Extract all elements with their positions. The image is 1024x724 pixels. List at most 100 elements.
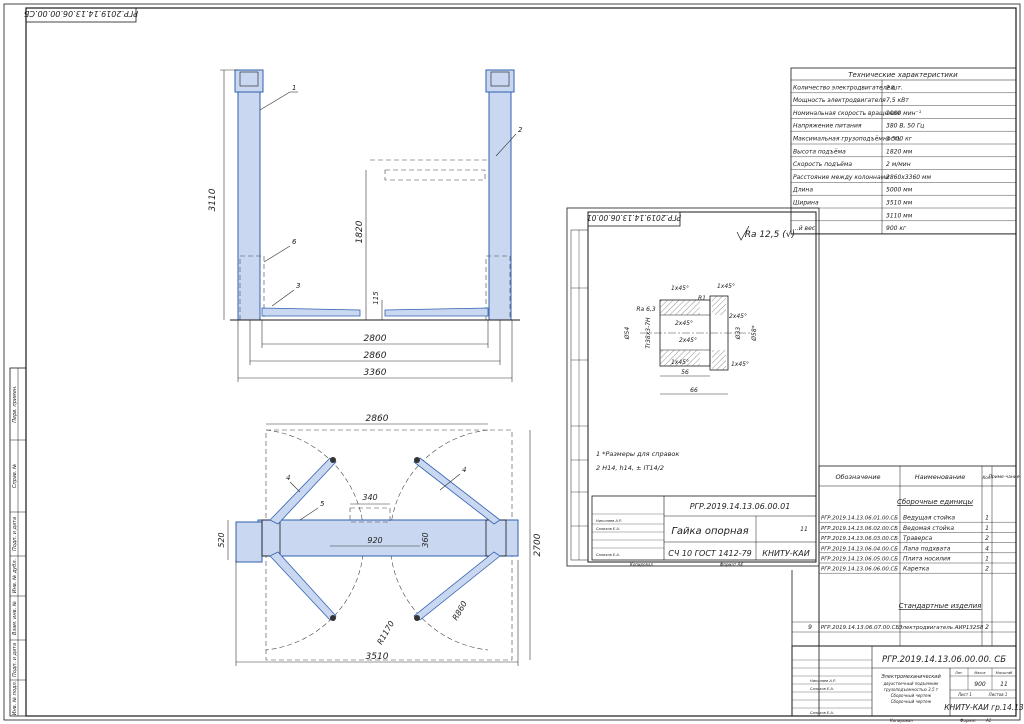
d-c6: 1х45° bbox=[671, 359, 689, 366]
d-d54: Ø54 bbox=[624, 327, 631, 341]
main-title-2: двухстоечный подъемник bbox=[882, 681, 939, 686]
strip-label-5: Подп. и дата bbox=[12, 643, 18, 677]
detail-name-1: Николаев А.Р. bbox=[596, 519, 622, 523]
d-r1: R1 bbox=[698, 295, 706, 302]
dim-top: 2860 bbox=[366, 414, 389, 424]
tech-title: Технические характеристики bbox=[848, 71, 958, 79]
spec-row-code: РГР.2019.14.13.06.02.00.СБ bbox=[821, 526, 898, 532]
tech-row-name: Расстояние между колоннами bbox=[793, 174, 889, 181]
spec-row-code: РГР.2019.14.13.06.04.00.СБ bbox=[821, 546, 898, 552]
main-title-4: Сборочный чертеж bbox=[891, 693, 932, 698]
spec-row-qty: 2 bbox=[985, 566, 989, 573]
d-l66: 66 bbox=[690, 387, 698, 394]
main-title-1: Электромеханический bbox=[880, 674, 941, 680]
spec-row-name: Лапа подхвата bbox=[902, 545, 951, 552]
tech-row-name: Высота подъёма bbox=[793, 148, 846, 155]
spec-row-name: Ведомая стойка bbox=[903, 525, 954, 532]
d-d58: Ø58* bbox=[751, 325, 758, 341]
main-sheet: 11 bbox=[1000, 681, 1008, 688]
right-column bbox=[488, 73, 512, 321]
main-h-lit: Лит. bbox=[954, 671, 963, 675]
dim-r2: R860 bbox=[451, 599, 469, 622]
callout-2: 2 bbox=[518, 126, 523, 134]
detail-format: Формат А4 bbox=[720, 562, 743, 567]
spec-row-code: РГР.2019.14.13.06.05.00.СБ bbox=[821, 557, 898, 563]
tech-row-name: Напряжение питания bbox=[793, 123, 862, 130]
spec-h-note: Приме-чание bbox=[988, 474, 1019, 480]
spec-row-name: Каретка bbox=[903, 566, 930, 573]
dim-low: 115 bbox=[372, 291, 380, 305]
main-list: Лист 1 bbox=[957, 692, 972, 697]
spec-row-name: Траверса bbox=[903, 535, 932, 542]
d-c1: 1х45° bbox=[671, 285, 689, 292]
spec-std-code: РГР.2019.14.13.06.07.00.СБ bbox=[821, 625, 900, 631]
main-title-3: грузоподъемностью 3,5 т bbox=[884, 687, 939, 692]
spec-row-name: Ведущая стойка bbox=[903, 515, 955, 522]
callout-3: 3 bbox=[296, 282, 300, 290]
dim-height: 3110 bbox=[208, 188, 218, 211]
dim-c: 360 bbox=[421, 532, 430, 547]
spec-row-qty: 4 bbox=[985, 545, 989, 552]
detail-stamp-code: РГР.2019.14.13.06.00.01 bbox=[690, 502, 791, 511]
tech-row-value: 7,5 кВт bbox=[886, 97, 909, 104]
spec-h-name: Наименование bbox=[915, 473, 966, 481]
strip-label-3: Инв. № дубл. bbox=[12, 559, 18, 593]
d-c3: 2х45° bbox=[675, 320, 693, 327]
dim-bottom: 3510 bbox=[366, 652, 389, 662]
side-view: 1 2 6 3 3110 1820 115 2800 2860 3360 bbox=[208, 69, 523, 382]
detail-name-2: Салихов Е.А. bbox=[596, 527, 620, 531]
tech-row-value: 3510 мм bbox=[886, 200, 913, 207]
main-copied: Копировал bbox=[890, 718, 913, 723]
d-c7: 1х45° bbox=[731, 361, 749, 368]
strip-label-2: Подп. и дата bbox=[12, 517, 18, 551]
left-strip: Перв. примен. Справ. № Подп. и дата Инв.… bbox=[9, 367, 27, 717]
d-d33: Ø33 bbox=[735, 327, 742, 341]
detail-note-1: 1 *Размеры для справок bbox=[596, 450, 679, 458]
tech-row-value: 900 кг bbox=[886, 225, 907, 232]
dim-w1: 2800 bbox=[364, 334, 387, 344]
d-thread: Tr38х3-7Н bbox=[645, 317, 652, 349]
main-format-value: А1 bbox=[985, 718, 991, 723]
d-c4: 2х45° bbox=[679, 337, 697, 344]
d-ra-small: Ra 6,3 bbox=[636, 306, 655, 313]
spec-section-1: Сборочные единицы bbox=[897, 498, 974, 506]
main-format-label: Формат bbox=[960, 718, 977, 723]
detail-material: СЧ 10 ГОСТ 1412-79 bbox=[668, 549, 752, 558]
spec-row-name: Плита носилия bbox=[903, 556, 951, 563]
main-org: КНИТУ-КАИ гр.14.13 bbox=[944, 703, 1024, 712]
callout-6: 6 bbox=[292, 238, 297, 246]
corner-code: РГР.2019.14.13.06.00.00.СБ bbox=[23, 9, 138, 18]
detail-note-2: 2 Н14, h14, ± IT14/2 bbox=[596, 464, 664, 472]
spec-section-2: Стандартные изделия bbox=[899, 602, 982, 610]
detail-sheet: РГР.2019.14.13.06.00.01 Ra 12,5 (√) 1х45… bbox=[566, 207, 820, 567]
main-name-2: Салихов Е.А. bbox=[810, 687, 834, 691]
spec-std-qty: 2 bbox=[985, 624, 989, 631]
drawing-sheet: РГР.2019.14.13.06.00.00.СБ Перв. примен.… bbox=[3, 3, 1024, 723]
detail-title: Гайка опорная bbox=[671, 526, 748, 537]
strip-label-0: Перв. примен. bbox=[12, 385, 18, 423]
tech-table: Технические характеристики Количество эл… bbox=[790, 67, 1017, 235]
detail-code-mirror: РГР.2019.14.13.06.00.01 bbox=[587, 213, 681, 222]
dim-w2: 2860 bbox=[364, 351, 387, 361]
main-h-scale: Масштаб bbox=[996, 671, 1013, 675]
strip-label-1: Справ. № bbox=[12, 464, 18, 488]
main-lists: Листов 1 bbox=[988, 692, 1008, 697]
dim-b: 920 bbox=[367, 536, 382, 545]
spec-std-name: Электродвигатель АИР132S8 bbox=[898, 625, 984, 631]
callout-4b: 4 bbox=[462, 466, 466, 474]
tech-row-value: 1000 мин⁻¹ bbox=[886, 110, 922, 117]
callout-1: 1 bbox=[292, 84, 296, 92]
main-mass: 900 bbox=[974, 681, 986, 688]
spec-row-code: РГР.2019.14.13.06.01.00.СБ bbox=[821, 516, 898, 522]
main-h-mass: Масса bbox=[974, 671, 985, 675]
dim-r1: R1170 bbox=[375, 619, 396, 646]
main-title-5: Сборочный чертеж bbox=[891, 699, 932, 704]
main-stamp: РГР.2019.14.13.06.00.00. СБ Электромехан… bbox=[791, 645, 1024, 723]
tech-row-name: Номинальная скорость вращения bbox=[793, 110, 900, 117]
tech-row-name: Количество электродвигателей bbox=[793, 84, 894, 91]
detail-name-3: Салихов Е.А. bbox=[596, 553, 620, 557]
tech-row-value: 380 В, 50 Гц bbox=[886, 123, 924, 130]
spec-row-qty: 1 bbox=[985, 525, 989, 532]
dim-right: 2700 bbox=[533, 533, 543, 556]
spec-std-pos: 9 bbox=[808, 624, 812, 631]
